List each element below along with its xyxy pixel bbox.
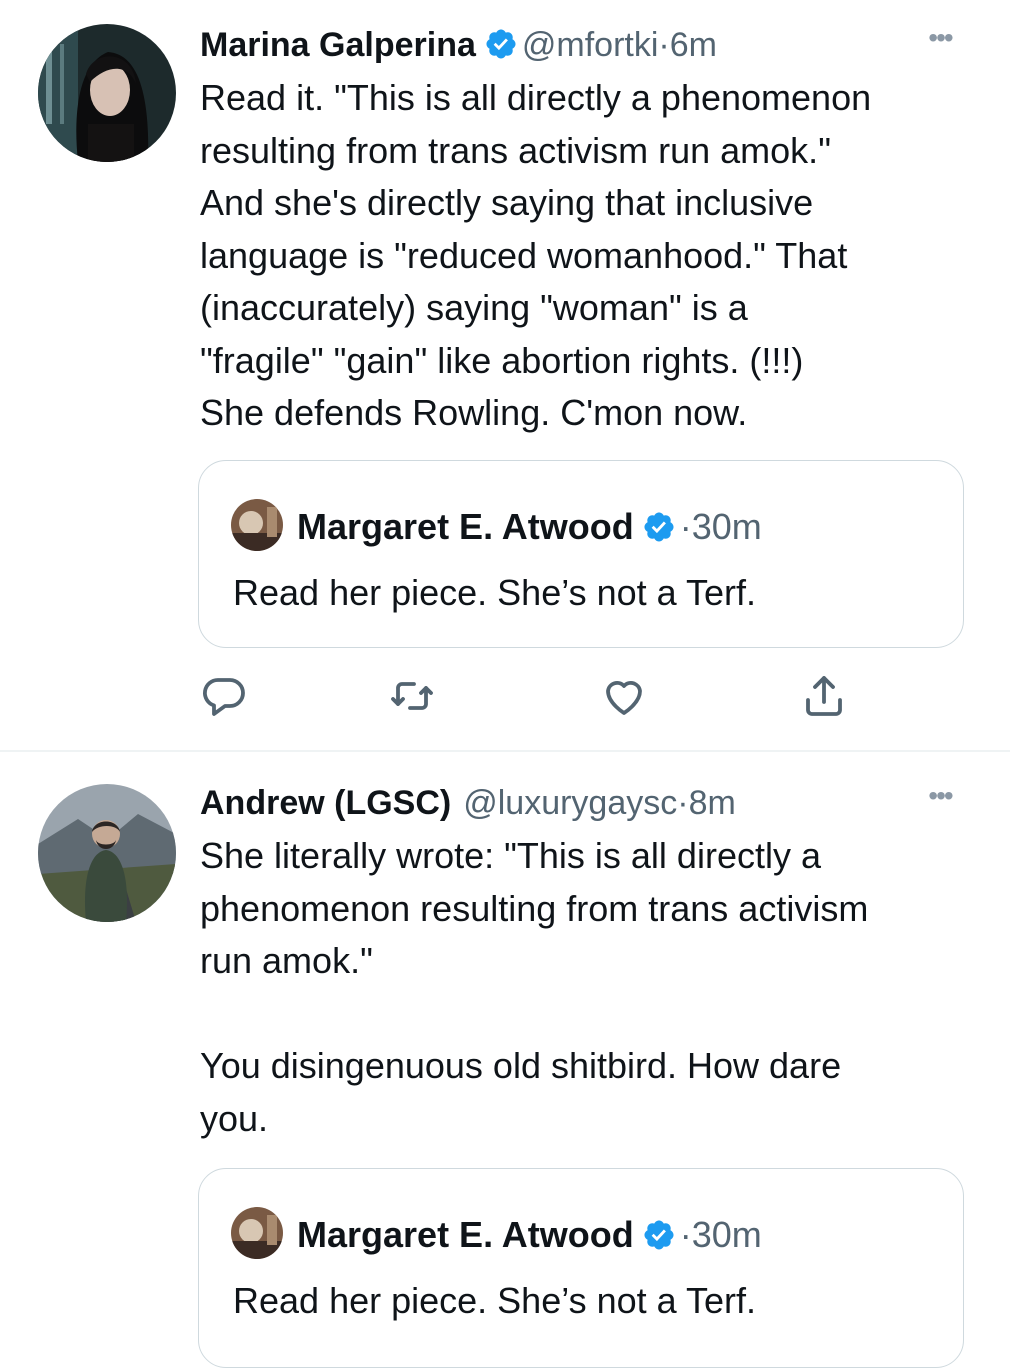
quoted-tweet[interactable]: Margaret E. Atwood ·30m Read her piece. S…: [198, 1168, 964, 1368]
divider: [0, 750, 1010, 752]
tweet-header: Marina Galperina @mfortki·6m •••: [200, 20, 970, 70]
separator: ·: [679, 506, 692, 547]
share-icon[interactable]: [800, 672, 848, 720]
quoted-author-name: Margaret E. Atwood: [297, 1214, 634, 1255]
more-horizontal-icon[interactable]: •••: [920, 20, 960, 64]
timestamp[interactable]: 8m: [689, 784, 736, 822]
avatar[interactable]: [38, 784, 176, 922]
quoted-tweet[interactable]: Margaret E. Atwood ·30m Read her piece. S…: [198, 460, 964, 648]
quoted-timestamp: 30m: [691, 506, 762, 547]
author-handle[interactable]: @mfortki: [522, 26, 659, 64]
timestamp[interactable]: 6m: [670, 26, 717, 64]
more-horizontal-icon[interactable]: •••: [920, 778, 960, 822]
tweet-header: Andrew (LGSC) @luxurygaysc·8m •••: [200, 778, 970, 828]
separator: ·: [677, 784, 689, 822]
author-name[interactable]: Andrew (LGSC): [200, 784, 451, 822]
separator: ·: [679, 1214, 692, 1255]
verified-badge-icon: [484, 25, 518, 59]
tweet-text: She literally wrote: "This is all direct…: [200, 835, 869, 1139]
verified-badge-icon: [642, 507, 676, 542]
tweet-text: Read it. "This is all directly a phenome…: [200, 77, 872, 433]
verified-badge-icon: [642, 1215, 676, 1250]
quoted-timestamp: 30m: [691, 1214, 762, 1255]
tweet-actions: [200, 672, 960, 722]
tweet[interactable]: Marina Galperina @mfortki·6m ••• Read it.…: [0, 20, 1010, 750]
avatar[interactable]: [38, 24, 176, 162]
quoted-avatar: [231, 1207, 283, 1259]
quoted-author-name: Margaret E. Atwood: [297, 506, 634, 547]
quoted-tweet-text: Read her piece. She’s not a Terf.: [233, 572, 757, 613]
author-name[interactable]: Marina Galperina: [200, 26, 476, 64]
quoted-tweet-header: Margaret E. Atwood ·30m: [231, 1207, 762, 1259]
separator: ·: [658, 26, 670, 64]
quoted-tweet-header: Margaret E. Atwood ·30m: [231, 499, 762, 551]
reply-icon[interactable]: [200, 672, 248, 720]
quoted-tweet-text: Read her piece. She’s not a Terf.: [233, 1280, 757, 1321]
quoted-avatar: [231, 499, 283, 551]
author-handle[interactable]: @luxurygaysc: [463, 784, 677, 822]
tweet[interactable]: Andrew (LGSC) @luxurygaysc·8m ••• She lit…: [0, 778, 1010, 1368]
retweet-icon[interactable]: [388, 672, 436, 720]
like-icon[interactable]: [600, 672, 648, 720]
